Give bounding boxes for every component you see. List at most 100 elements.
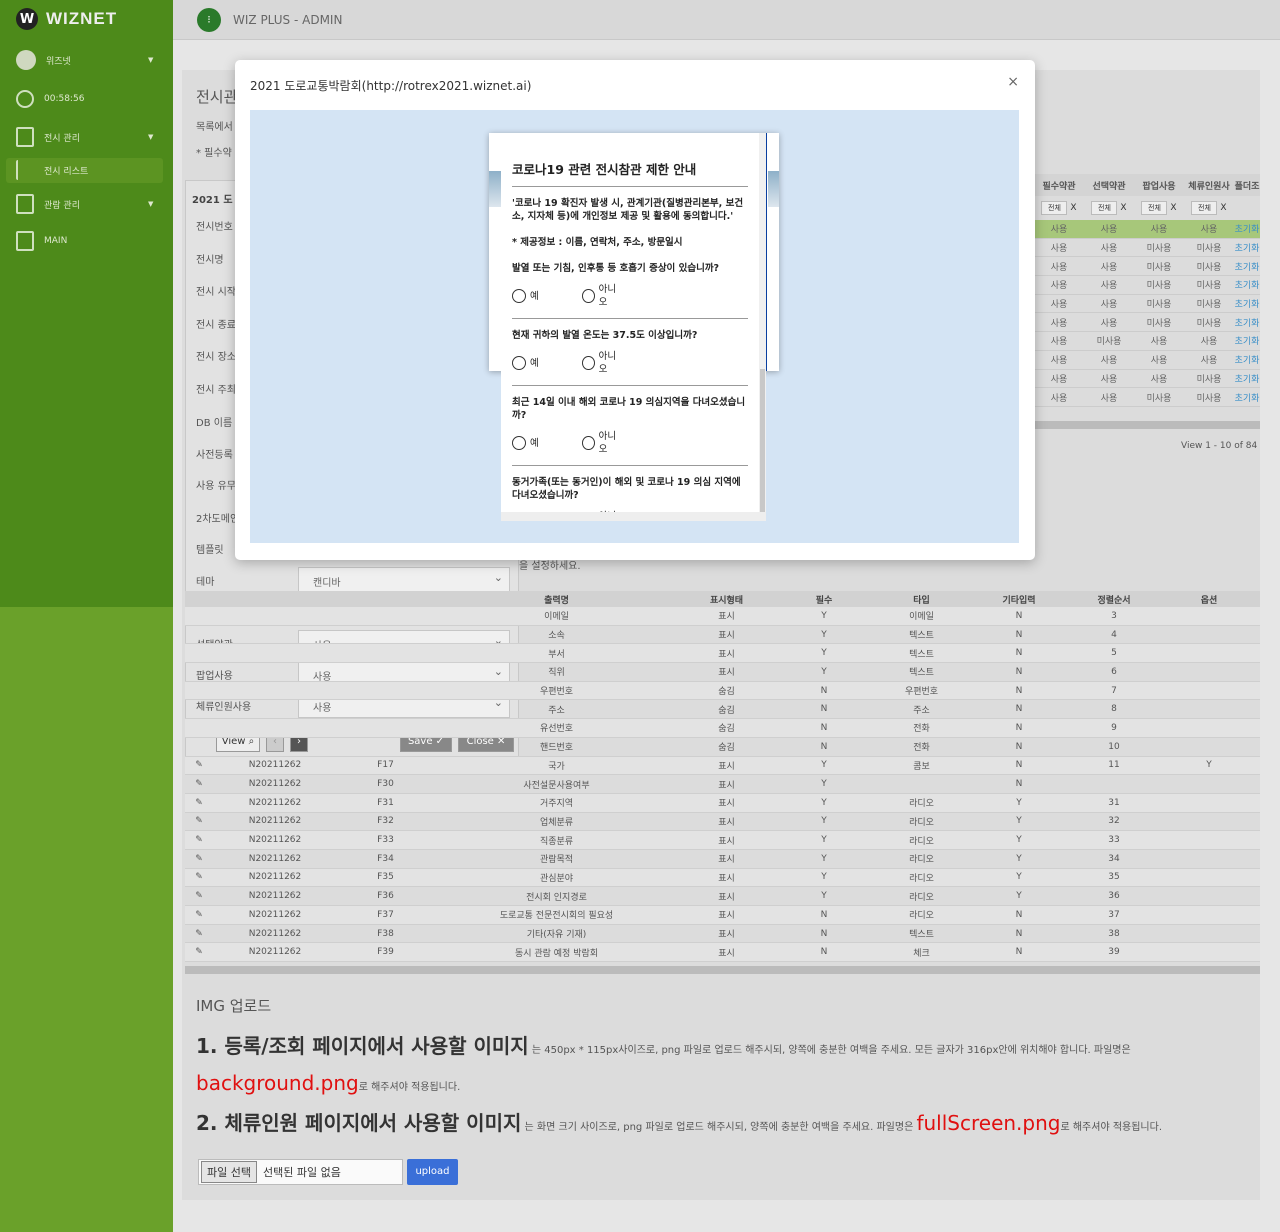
radio-circle-icon[interactable]	[582, 356, 595, 370]
upload-button[interactable]: upload	[407, 1159, 458, 1185]
sidebar-item-label: 전시 관리	[44, 133, 80, 144]
file-input[interactable]: 파일 선택 선택된 파일 없음	[198, 1159, 403, 1185]
table-row[interactable]: ✎ N20211262 F36 전시회 인지경로 표시 Y 라디오 Y 36	[185, 887, 1260, 906]
reset-link[interactable]: 초기화	[1234, 297, 1260, 310]
table-row[interactable]: 부서 표시 Y 텍스트 N 5	[185, 644, 1260, 664]
popup-scrollbar[interactable]	[759, 133, 766, 521]
table-row[interactable]: 사용 사용 미사용 미사용 초기화	[1034, 276, 1260, 295]
reset-link[interactable]: 초기화	[1234, 391, 1260, 404]
table-cell: F39	[377, 947, 394, 958]
radio-no[interactable]: 아니오	[582, 283, 622, 309]
table-cell: 32	[1108, 816, 1120, 827]
filter-select[interactable]: 전체 X	[1034, 201, 1084, 215]
reset-link[interactable]: 초기화	[1234, 353, 1260, 366]
table-row[interactable]: 핸드번호 숨김 N 전화 N 10	[185, 738, 1260, 757]
radio-yes[interactable]: 예	[512, 356, 552, 370]
edit-pencil-icon[interactable]: ✎	[185, 910, 213, 920]
table-row[interactable]: 우편번호 숨김 N 우편번호 N 7	[185, 681, 1260, 701]
radio-yes[interactable]: 예	[512, 289, 552, 303]
edit-pencil-icon[interactable]: ✎	[185, 891, 213, 901]
edit-pencil-icon[interactable]: ✎	[185, 947, 213, 957]
reset-link[interactable]: 초기화	[1234, 316, 1260, 329]
table-row[interactable]: 사용 사용 미사용 미사용 초기화	[1034, 257, 1260, 277]
clipboard-icon	[16, 231, 34, 251]
table-row[interactable]: ✎ N20211262 F17 국가 표시 Y 콤보 N 11 Y	[185, 756, 1260, 776]
edit-pencil-icon[interactable]: ✎	[185, 835, 213, 845]
table-row[interactable]: 유선번호 숨김 N 전화 N 9	[185, 719, 1260, 738]
logo[interactable]: W WIZNET	[16, 8, 117, 30]
table-cell: Y	[1016, 891, 1022, 902]
file-select-button[interactable]: 파일 선택	[201, 1161, 257, 1183]
radio-circle-icon[interactable]	[512, 436, 526, 450]
sidebar-item-exhibition-manage[interactable]: 전시 관리 ▼	[16, 127, 153, 147]
table-row[interactable]: ✎ N20211262 F32 업체분류 표시 Y 라디오 Y 32	[185, 813, 1260, 832]
sidebar-user[interactable]: 위즈넷 ▼	[16, 50, 153, 70]
option-select[interactable]: 캔디바	[298, 567, 510, 593]
sidebar-item-visitor-manage[interactable]: 관람 관리 ▼	[16, 194, 153, 214]
table-row[interactable]: 사용 사용 미사용 미사용 초기화	[1034, 295, 1260, 314]
table-row[interactable]: ✎ N20211262 F38 기타(자유 기재) 표시 N 텍스트 N 38	[185, 925, 1260, 944]
radio-yes[interactable]: 예	[512, 436, 552, 450]
col-header: 옵션	[1200, 595, 1218, 606]
table-row[interactable]: 사용 사용 사용 미사용 초기화	[1034, 370, 1260, 389]
radio-circle-icon[interactable]	[582, 436, 595, 450]
radio-no[interactable]: 아니오	[582, 430, 622, 456]
field-label: 사전등록	[196, 450, 233, 461]
table-row[interactable]: ✎ N20211262 F35 관심분야 표시 Y 라디오 Y 35	[185, 868, 1260, 888]
table-cell: 37	[1108, 909, 1120, 920]
reset-link[interactable]: 초기화	[1234, 278, 1260, 291]
radio-no[interactable]: 아니오	[582, 350, 622, 376]
table-cell: 미사용	[1196, 318, 1222, 329]
table-cell: 31	[1108, 797, 1120, 808]
filter-select[interactable]: 전체 X	[1084, 201, 1134, 215]
table-cell: 표시	[718, 892, 735, 903]
table-cell: 직위	[548, 668, 565, 679]
close-icon[interactable]: ×	[1007, 74, 1019, 90]
radio-circle-icon[interactable]	[582, 289, 595, 303]
filter-select[interactable]: 전체 X	[1184, 201, 1234, 215]
table-row[interactable]: 사용 사용 미사용 미사용 초기화	[1034, 388, 1260, 407]
reset-link[interactable]: 초기화	[1234, 241, 1260, 254]
horizontal-scrollbar[interactable]	[185, 966, 1260, 974]
edit-pencil-icon[interactable]: ✎	[185, 779, 213, 789]
edit-pencil-icon[interactable]: ✎	[185, 798, 213, 808]
table-row[interactable]: ✎ N20211262 F31 거주지역 표시 Y 라디오 Y 31	[185, 793, 1260, 813]
table-row[interactable]: 소속 표시 Y 텍스트 N 4	[185, 626, 1260, 645]
table-row[interactable]: ✎ N20211262 F37 도로교통 전문전시회의 필요성 표시 N 라디오 N 37	[185, 906, 1260, 925]
table-row[interactable]: 주소 숨김 N 주소 N 8	[185, 700, 1260, 720]
logo-text: WIZNET	[46, 9, 118, 28]
filter-select[interactable]: 전체 X	[1134, 201, 1184, 215]
reset-link[interactable]: 초기화	[1234, 222, 1260, 235]
reset-link[interactable]: 초기화	[1234, 260, 1260, 273]
table-cell: Y	[1016, 816, 1022, 827]
radio-circle-icon[interactable]	[512, 356, 526, 370]
table-row[interactable]: 사용 사용 미사용 미사용 초기화	[1034, 313, 1260, 333]
table-cell: Y	[1016, 853, 1022, 864]
table-row[interactable]: 사용 사용 사용 사용 초기화	[1034, 351, 1260, 370]
edit-pencil-icon[interactable]: ✎	[185, 929, 213, 939]
table-cell: 사용	[1100, 374, 1118, 385]
table-row[interactable]: ✎ N20211262 F30 사전설문사용여부 표시 Y N	[185, 775, 1260, 794]
radio-circle-icon[interactable]	[512, 289, 526, 303]
modal-title: 2021 도로교통박람회(http://rotrex2021.wiznet.ai…	[250, 79, 532, 93]
table-row[interactable]: 사용 사용 미사용 미사용 초기화	[1034, 239, 1260, 258]
table-row[interactable]: ✎ N20211262 F33 직종분류 표시 Y 라디오 Y 33	[185, 831, 1260, 850]
edit-pencil-icon[interactable]: ✎	[185, 854, 213, 864]
table-row[interactable]: 이메일 표시 Y 이메일 N 3	[185, 607, 1260, 626]
menu-dots-icon[interactable]: ⁝	[197, 8, 221, 32]
table-row[interactable]: 사용 사용 사용 사용 초기화	[1034, 220, 1260, 239]
sidebar-item-exhibition-list[interactable]: 전시 리스트	[16, 160, 88, 180]
user-name: 위즈넷	[46, 56, 71, 67]
col-header: 팝업사용	[1142, 181, 1176, 192]
edit-pencil-icon[interactable]: ✎	[185, 872, 213, 882]
table-row[interactable]: ✎ N20211262 F39 동시 관람 예정 박람회 표시 N 체크 N 39	[185, 943, 1260, 963]
edit-pencil-icon[interactable]: ✎	[185, 760, 213, 770]
table-row[interactable]: ✎ N20211262 F34 관람목적 표시 Y 라디오 Y 34	[185, 850, 1260, 869]
edit-pencil-icon[interactable]: ✎	[185, 816, 213, 826]
reset-link[interactable]: 초기화	[1234, 334, 1260, 347]
clipboard-icon	[16, 127, 34, 147]
sidebar-item-main[interactable]: MAIN	[16, 231, 67, 251]
table-row[interactable]: 직위 표시 Y 텍스트 N 6	[185, 663, 1260, 682]
table-row[interactable]: 사용 미사용 사용 사용 초기화	[1034, 332, 1260, 351]
reset-link[interactable]: 초기화	[1234, 372, 1260, 385]
